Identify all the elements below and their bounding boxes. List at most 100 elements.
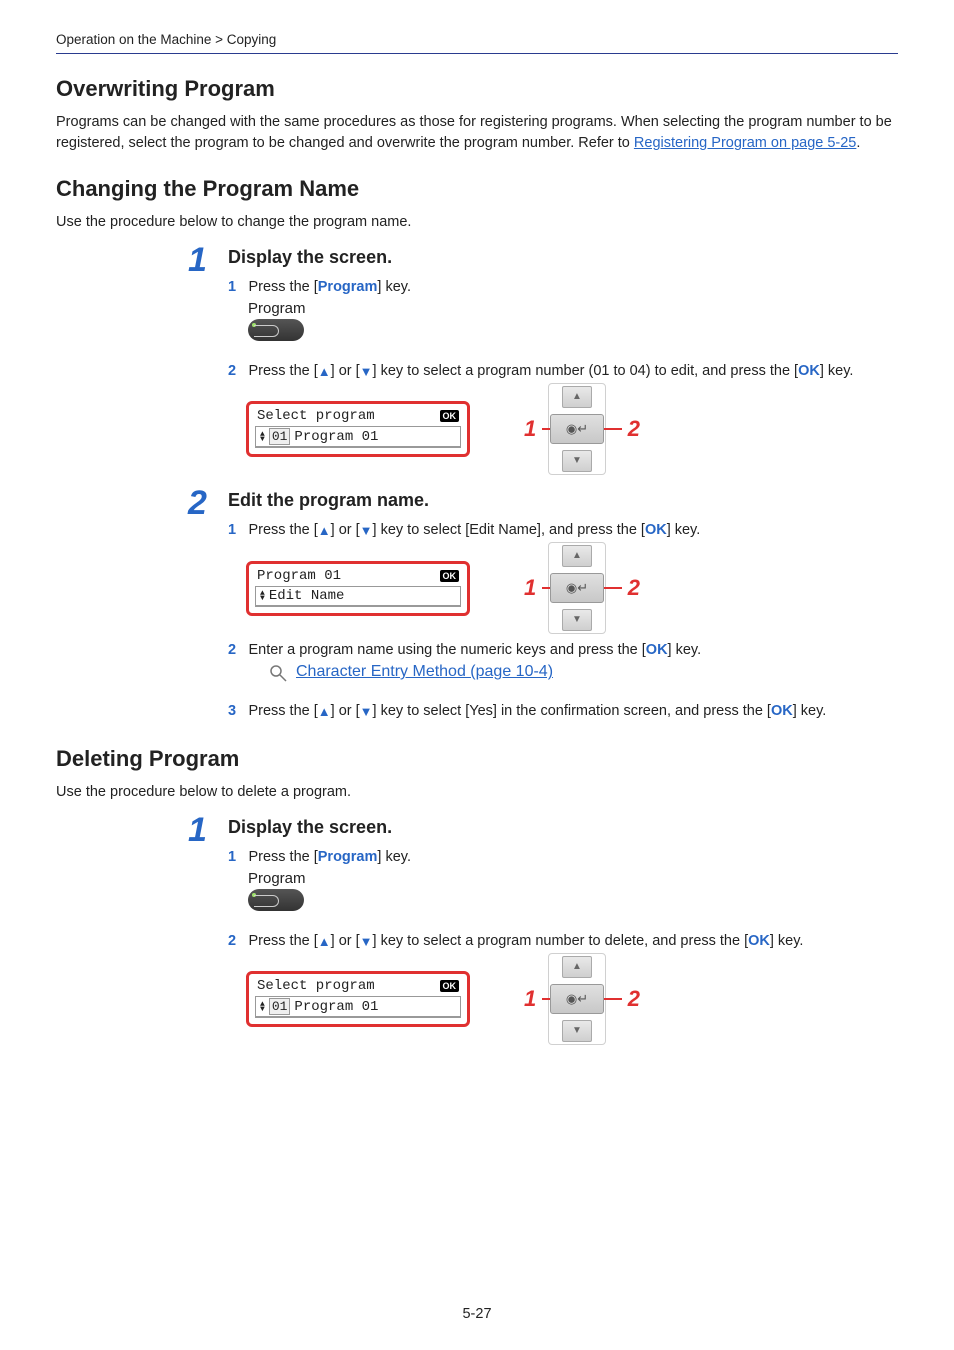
t: Press the [ [248,703,317,719]
t: Enter a program name using the numeric k… [248,642,645,658]
t: ] key. [668,642,702,658]
updown-icon: ▲▼ [260,432,265,442]
text: . [856,135,860,151]
page-number: 5-27 [0,1306,954,1322]
substep-num-1: 1 [228,522,244,538]
lcd-selection-row: ▲▼ 01 Program 01 [255,426,461,448]
heading-deleting: Deleting Program [56,746,898,772]
ok-key: OK [771,703,793,719]
arrow-up-icon: ▲ [318,934,331,949]
para-deleting-intro: Use the procedure below to delete a prog… [56,782,898,803]
lcd-title: Program 01 [257,568,341,584]
dpad-ok-icon: ◉↵ [550,573,604,603]
t: ] or [ [331,522,360,538]
lcd-text: Program 01 [294,999,378,1015]
substep-text: Press the [▲] or [▼] key to select a pro… [248,363,853,379]
t: ] key. [377,849,411,865]
lcd-select-program: Select program OK ▲▼ 01 Program 01 [246,401,470,457]
ok-key: OK [748,933,770,949]
program-key-label: Program [318,849,378,865]
updown-icon: ▲▼ [260,591,265,601]
heading-changing: Changing the Program Name [56,176,898,202]
dpad-up-icon: ▲ [562,545,592,567]
program-hardware-key-icon [248,889,304,911]
arrow-up-icon: ▲ [318,364,331,379]
updown-icon: ▲▼ [260,1002,265,1012]
substep-text: Press the [▲] or [▼] key to select [Edit… [248,522,700,538]
dpad-diagram: ▲ ◉↵ ▼ 1 2 [510,956,640,1042]
program-key-caption: Program [248,300,898,317]
callout-1: 1 [524,575,536,601]
t: ] key. [770,933,804,949]
link-char-entry[interactable]: Character Entry Method (page 10-4) [296,663,553,681]
step1-heading: Display the screen. [228,247,898,268]
lcd-program01: Program 01 OK ▲▼ Edit Name [246,561,470,616]
callout-2: 2 [628,416,640,442]
t: ] key. [820,363,854,379]
magnifier-icon [268,663,288,688]
para-changing-intro: Use the procedure below to change the pr… [56,212,898,233]
step2-heading: Edit the program name. [228,490,898,511]
program-key-label: Program [318,279,378,295]
t: ] or [ [331,363,360,379]
dpad-ok-icon: ◉↵ [550,984,604,1014]
lcd-title: Select program [257,408,375,424]
substep-text: Enter a program name using the numeric k… [248,642,701,658]
link-registering-program[interactable]: Registering Program on page 5-25 [634,135,856,151]
t: ] key. [667,522,701,538]
lcd-select-program: Select program OK ▲▼ 01 Program 01 [246,971,470,1027]
t: ] key to select [Yes] in the confirmatio… [373,703,771,719]
program-hardware-key-icon [248,319,304,341]
lcd-title: Select program [257,978,375,994]
dpad-down-icon: ▼ [562,1020,592,1042]
callout-1: 1 [524,986,536,1012]
ok-key: OK [645,522,667,538]
lcd-num: 01 [269,998,291,1015]
ok-chip-icon: OK [440,570,460,582]
dpad-down-icon: ▼ [562,450,592,472]
breadcrumb: Operation on the Machine > Copying [56,32,898,54]
ok-key: OK [798,363,820,379]
t: ] or [ [331,703,360,719]
lcd-num: 01 [269,428,291,445]
substep-text: Press the [Program] key. [248,849,411,865]
arrow-up-icon: ▲ [318,523,331,538]
callout-1: 1 [524,416,536,442]
lcd-text: Edit Name [269,588,345,604]
t: Press the [ [248,849,317,865]
callout-2: 2 [628,986,640,1012]
t: Press the [ [248,279,317,295]
dpad-down-icon: ▼ [562,609,592,631]
substep-text: Press the [▲] or [▼] key to select [Yes]… [248,703,826,719]
t: ] key. [793,703,827,719]
arrow-down-icon: ▼ [360,364,373,379]
lcd-selection-row: ▲▼ Edit Name [255,586,461,607]
substep-num-2: 2 [228,363,244,379]
t: ] key to select a program number (01 to … [373,363,799,379]
dpad-up-icon: ▲ [562,386,592,408]
lcd-selection-row: ▲▼ 01 Program 01 [255,996,461,1018]
arrow-down-icon: ▼ [360,523,373,538]
lcd-text: Program 01 [294,429,378,445]
ok-chip-icon: OK [440,980,460,992]
substep-num-2: 2 [228,933,244,949]
dpad-diagram: ▲ ◉↵ ▼ 1 2 [510,545,640,631]
para-overwriting: Programs can be changed with the same pr… [56,112,898,154]
dpad-diagram: ▲ ◉↵ ▼ 1 2 [510,386,640,472]
substep-num-1: 1 [228,849,244,865]
t: ] key to select [Edit Name], and press t… [373,522,645,538]
arrow-up-icon: ▲ [318,704,331,719]
big-step-2: 2 [188,484,207,523]
t: Press the [ [248,522,317,538]
callout-2: 2 [628,575,640,601]
dpad-up-icon: ▲ [562,956,592,978]
substep-num-3: 3 [228,703,244,719]
big-step-1: 1 [188,811,207,850]
substep-text: Press the [Program] key. [248,279,411,295]
t: ] key to select a program number to dele… [373,933,749,949]
program-key-caption: Program [248,870,898,887]
arrow-down-icon: ▼ [360,704,373,719]
del-step1-heading: Display the screen. [228,817,898,838]
ok-chip-icon: OK [440,410,460,422]
t: ] key. [377,279,411,295]
